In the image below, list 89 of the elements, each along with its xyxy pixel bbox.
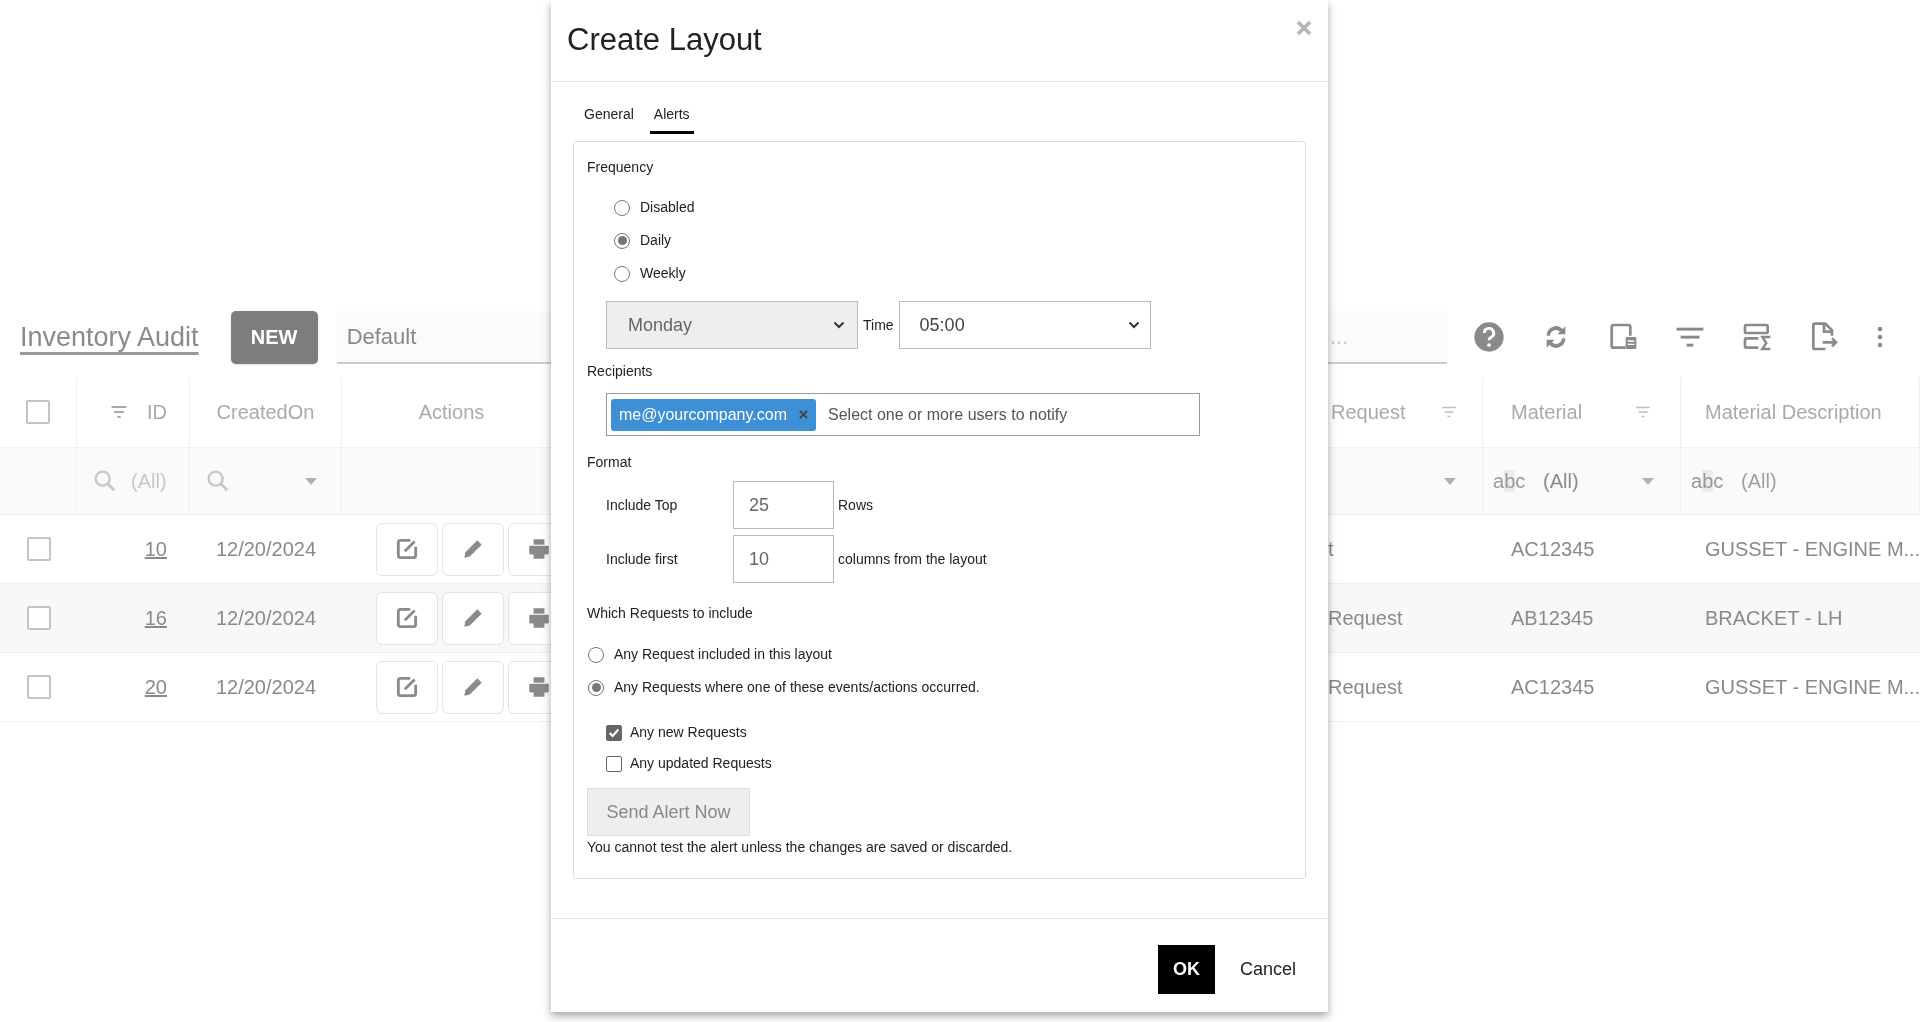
- ok-button[interactable]: OK: [1157, 945, 1215, 994]
- radio-label: Weekly: [640, 264, 686, 283]
- chevron-down-icon: [1127, 321, 1140, 329]
- close-icon[interactable]: [1296, 20, 1312, 36]
- printer-button[interactable]: [508, 522, 551, 576]
- edit-square-button[interactable]: [376, 591, 438, 645]
- table-cell-text: 12/20/2024: [215, 606, 317, 631]
- column-header[interactable]: Material Description: [1705, 397, 1882, 427]
- pencil-button[interactable]: [442, 591, 504, 645]
- note-text: You cannot test the alert unless the changes are saved or discarded.: [587, 838, 1013, 857]
- layout-field[interactable]: Default: [336, 310, 551, 364]
- table-cell-text: GUSSET - ENGINE M...: [1705, 675, 1920, 700]
- edit-square-icon: [394, 605, 420, 631]
- radio-label: Any Request included in this layout: [614, 645, 832, 664]
- dialog-title: Create Layout: [567, 21, 762, 60]
- printer-icon: [526, 605, 551, 631]
- printer-icon: [526, 536, 551, 562]
- table-cell-text: BRACKET - LH: [1705, 606, 1843, 631]
- number-field[interactable]: 25: [733, 481, 834, 529]
- number-field[interactable]: 10: [733, 535, 834, 583]
- column-header[interactable]: Material: [1511, 397, 1583, 427]
- column-header[interactable]: Actions: [418, 397, 485, 427]
- section-label: Which Requests to include: [587, 604, 753, 623]
- section-label: Frequency: [587, 158, 654, 177]
- tab[interactable]: General: [580, 104, 638, 134]
- table-cell-text: t: [1328, 537, 1334, 562]
- id-link[interactable]: 10: [144, 534, 167, 564]
- id-link[interactable]: 16: [144, 603, 167, 633]
- dropdown-caret-icon[interactable]: [1442, 475, 1458, 487]
- section-label: Format: [587, 453, 632, 472]
- chevron-down-icon: [833, 321, 845, 329]
- cancel-button[interactable]: Cancel: [1239, 956, 1296, 983]
- table-cell-text: 12/20/2024: [215, 537, 317, 562]
- pencil-button[interactable]: [442, 522, 504, 576]
- page-title[interactable]: Inventory Audit: [20, 316, 199, 358]
- checkbox[interactable]: [26, 606, 51, 630]
- field-suffix: Rows: [838, 495, 873, 515]
- edit-square-button[interactable]: [376, 522, 438, 576]
- printer-button[interactable]: [508, 660, 551, 714]
- dropdown-caret-icon[interactable]: [303, 475, 319, 487]
- table-cell-text: 12/20/2024: [215, 675, 317, 700]
- recipients-field[interactable]: me@yourcompany.com Select one or more users to notify: [606, 393, 1200, 436]
- radio-label: Daily: [640, 231, 672, 250]
- edit-square-icon: [394, 674, 420, 700]
- column-header[interactable]: CreatedOn: [216, 397, 315, 427]
- table-cell-text: AC12345: [1511, 675, 1595, 700]
- field-placeholder: Select one or more users to notify: [828, 404, 1068, 425]
- edit-square-button[interactable]: [376, 660, 438, 714]
- field-label: Include first: [606, 549, 679, 569]
- edit-square-icon: [394, 536, 420, 562]
- table-cell-text: Request: [1328, 675, 1403, 700]
- tag-label: me@yourcompany.com: [619, 404, 787, 425]
- filter-value[interactable]: (All): [1741, 466, 1777, 496]
- checkbox-label: Any updated Requests: [630, 754, 772, 773]
- printer-button[interactable]: [508, 591, 551, 645]
- radio-button[interactable]: [588, 679, 604, 696]
- time-select[interactable]: 05:00: [898, 301, 1151, 349]
- id-link[interactable]: 20: [144, 672, 167, 702]
- remove-icon[interactable]: [799, 410, 808, 419]
- table-cell-text: AB12345: [1511, 606, 1594, 631]
- checkbox[interactable]: [26, 675, 51, 699]
- radio-label: Disabled: [640, 198, 695, 217]
- table-cell-text: GUSSET - ENGINE M...: [1705, 537, 1920, 562]
- checkbox[interactable]: [606, 724, 622, 741]
- radio-button[interactable]: [588, 646, 604, 663]
- field-label: Include Top: [606, 495, 679, 515]
- checkbox[interactable]: [26, 537, 51, 561]
- column-header[interactable]: Request: [1331, 397, 1406, 427]
- summary-layout-icon[interactable]: [1741, 321, 1773, 353]
- table-cell-text: AC12345: [1511, 537, 1595, 562]
- printer-icon: [526, 674, 551, 700]
- column-header[interactable]: ID: [147, 397, 167, 427]
- radio-label: Any Requests where one of these events/actions occurred.: [614, 678, 980, 697]
- section-label: Recipients: [587, 362, 653, 381]
- radio-button[interactable]: [614, 199, 630, 216]
- checkbox[interactable]: [606, 755, 622, 772]
- radio-button[interactable]: [614, 232, 630, 249]
- dropdown-caret-icon[interactable]: [1640, 475, 1656, 487]
- new-button[interactable]: NEW: [230, 310, 318, 364]
- table-cell-text: Request: [1328, 606, 1403, 631]
- checkbox[interactable]: [26, 400, 50, 424]
- time-label: Time: [863, 315, 894, 335]
- checkbox-label: Any new Requests: [630, 723, 747, 742]
- filter-value[interactable]: (All): [1543, 466, 1579, 496]
- pencil-button[interactable]: [442, 660, 504, 714]
- field-suffix: columns from the layout: [838, 549, 987, 569]
- radio-button[interactable]: [614, 265, 630, 282]
- tab[interactable]: Alerts: [649, 104, 694, 134]
- help-icon[interactable]: [1473, 321, 1505, 353]
